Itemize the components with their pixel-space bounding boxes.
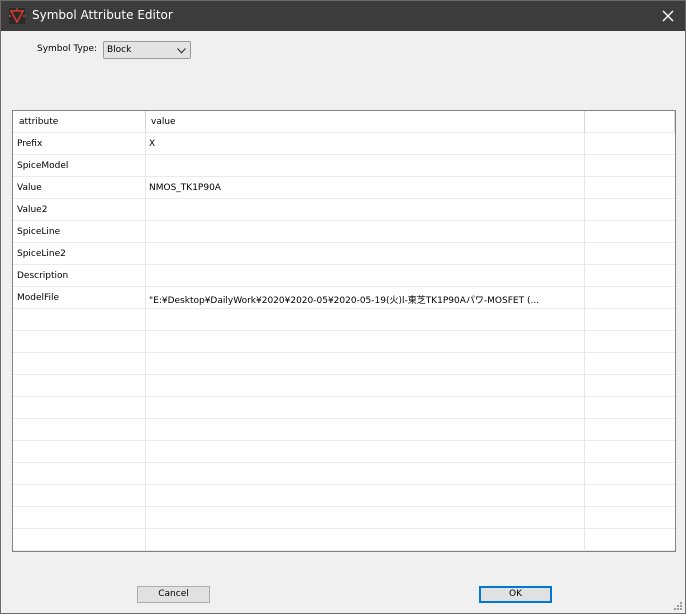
empty-cell[interactable] [146,397,585,418]
attribute-cell: Value2 [13,199,146,220]
attribute-cell: ModelFile [13,287,146,308]
empty-cell[interactable] [146,375,585,396]
empty-table-row[interactable] [13,375,675,397]
symbol-attribute-editor-window: Symbol Attribute Editor Symbol Type: Blo… [0,0,686,614]
attribute-cell: Description [13,265,146,286]
empty-cell [585,309,675,330]
resize-grip-icon[interactable] [673,601,683,611]
symbol-type-value: Block [107,45,132,55]
ltspice-symbol-icon [8,7,26,25]
empty-cell [13,375,146,396]
window-title: Symbol Attribute Editor [32,8,173,22]
grid-header-row: attribute value [13,111,675,133]
blank-cell [585,243,675,264]
empty-table-row[interactable] [13,441,675,463]
empty-cell[interactable] [146,507,585,528]
blank-cell [585,155,675,176]
close-icon [662,10,674,22]
value-cell[interactable]: "E:¥Desktop¥DailyWork¥2020¥2020-05¥2020-… [146,287,585,308]
empty-cell[interactable] [146,353,585,374]
attribute-cell: SpiceLine [13,221,146,242]
empty-cell[interactable] [146,419,585,440]
blank-cell [585,221,675,242]
blank-cell [585,199,675,220]
empty-cell[interactable] [146,529,585,550]
attribute-cell: Prefix [13,133,146,154]
empty-cell [585,485,675,506]
value-cell[interactable] [146,155,585,176]
title-bar: Symbol Attribute Editor [1,1,685,31]
blank-cell [585,133,675,154]
cancel-button[interactable]: Cancel [137,586,210,603]
empty-table-row[interactable] [13,353,675,375]
empty-cell [585,353,675,374]
empty-cell[interactable] [146,485,585,506]
empty-cell [13,463,146,484]
column-header-blank [585,111,675,132]
empty-cell [585,441,675,462]
empty-cell [585,529,675,550]
value-cell[interactable]: X [146,133,585,154]
table-row[interactable]: Value NMOS_TK1P90A [13,177,675,199]
value-cell[interactable] [146,199,585,220]
empty-table-row[interactable] [13,397,675,419]
value-cell[interactable] [146,221,585,242]
empty-cell [13,441,146,462]
symbol-type-dropdown[interactable]: Block [103,41,191,59]
empty-cell [585,375,675,396]
empty-cell[interactable] [146,441,585,462]
empty-table-row[interactable] [13,463,675,485]
column-header-attribute[interactable]: attribute [13,111,146,132]
column-header-value[interactable]: value [146,111,585,132]
ok-button[interactable]: OK [479,586,552,603]
empty-cell [13,397,146,418]
table-row[interactable]: SpiceModel [13,155,675,177]
blank-cell [585,265,675,286]
table-row[interactable]: Description [13,265,675,287]
empty-table-row[interactable] [13,331,675,353]
empty-table-row[interactable] [13,419,675,441]
attribute-cell: Value [13,177,146,198]
empty-cell [585,419,675,440]
empty-table-row[interactable] [13,529,675,551]
empty-table-row[interactable] [13,485,675,507]
table-row[interactable]: SpiceLine2 [13,243,675,265]
empty-cell [585,397,675,418]
empty-cell [13,331,146,352]
empty-cell[interactable] [146,309,585,330]
attribute-cell: SpiceModel [13,155,146,176]
value-cell[interactable]: NMOS_TK1P90A [146,177,585,198]
attribute-grid[interactable]: attribute value Prefix X SpiceModel Valu… [12,110,676,552]
blank-cell [585,177,675,198]
empty-cell [13,485,146,506]
symbol-type-label: Symbol Type: [37,44,98,54]
empty-cell [13,309,146,330]
blank-cell [585,287,675,308]
chevron-down-icon [177,48,186,54]
empty-cell [13,529,146,550]
empty-cell [13,507,146,528]
empty-cell [13,353,146,374]
table-row[interactable]: Value2 [13,199,675,221]
value-cell[interactable] [146,243,585,264]
attribute-cell: SpiceLine2 [13,243,146,264]
empty-table-row[interactable] [13,507,675,529]
empty-cell [585,331,675,352]
empty-cell[interactable] [146,463,585,484]
empty-cell[interactable] [146,331,585,352]
empty-cell [13,419,146,440]
empty-cell [585,463,675,484]
value-cell[interactable] [146,265,585,286]
table-row[interactable]: SpiceLine [13,221,675,243]
table-row[interactable]: ModelFile "E:¥Desktop¥DailyWork¥2020¥202… [13,287,675,309]
empty-table-row[interactable] [13,309,675,331]
table-row[interactable]: Prefix X [13,133,675,155]
empty-cell [585,507,675,528]
close-button[interactable] [651,1,685,31]
